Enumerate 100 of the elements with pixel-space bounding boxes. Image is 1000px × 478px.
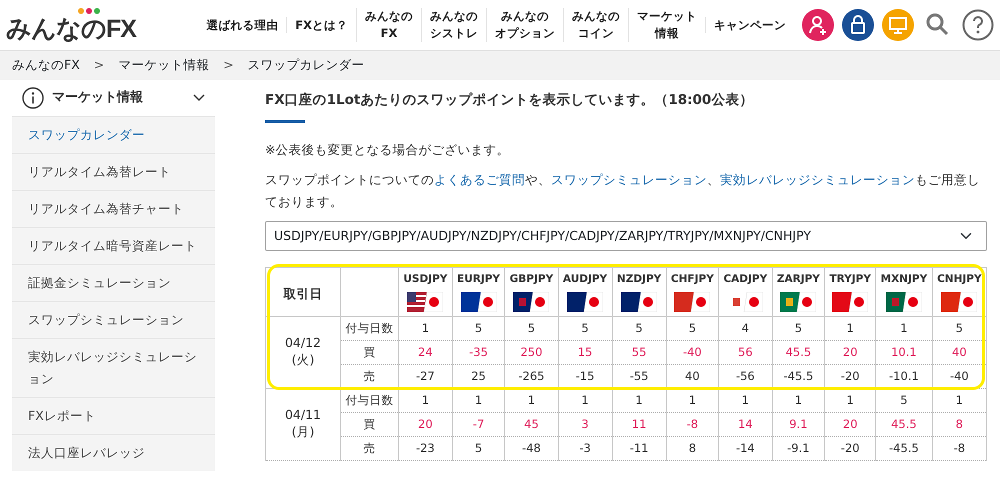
table-cell: -40 (666, 340, 719, 364)
flag-pair-icon (460, 292, 497, 312)
text-link[interactable]: よくあるご質問 (434, 172, 525, 188)
table-cell: 1 (718, 388, 772, 412)
table-cell: 20 (824, 412, 876, 436)
text-link[interactable]: スワップシミュレーション (551, 172, 707, 188)
nav-link[interactable]: みんなの FX (356, 8, 421, 42)
breadcrumb-link[interactable]: マーケット情報 (118, 56, 210, 75)
breadcrumb-link[interactable]: スワップカレンダー (248, 56, 365, 75)
account-add-icon[interactable] (802, 9, 834, 41)
trade-date: 04/11 (月) (284, 407, 322, 441)
flag-pair-icon (832, 292, 868, 312)
flag-pair-icon (513, 292, 550, 312)
table-cell: 250 (504, 340, 558, 364)
breadcrumb-separator: > (94, 56, 104, 74)
table-cell: 1 (666, 388, 719, 412)
flag-pair-icon (621, 292, 658, 312)
table-cell: 4 (718, 316, 772, 340)
table-cell: 15 (558, 340, 612, 364)
table-cell: -11 (612, 436, 666, 460)
table-cell: 20 (824, 340, 876, 364)
text-link[interactable]: 実効レバレッジシミュレーション (720, 172, 915, 188)
column-header: 取引日 (266, 267, 340, 316)
nav-link[interactable]: みんなの コイン (563, 8, 628, 42)
table-cell: 5 (932, 316, 986, 340)
row-label: 付与日数 (340, 388, 398, 412)
lock-icon[interactable] (842, 9, 874, 41)
table-cell: 55 (612, 340, 666, 364)
table-cell: 1 (824, 388, 876, 412)
note-text: ※公表後も変更となる場合がございます。 (265, 141, 510, 160)
flag-pair-icon (407, 292, 444, 312)
row-label: 付与日数 (340, 316, 398, 340)
table-cell: 5 (876, 388, 932, 412)
breadcrumb-link[interactable]: みんなのFX (12, 56, 80, 75)
table-cell: 14 (718, 412, 772, 436)
table-cell: 1 (558, 388, 612, 412)
sidebar-item[interactable]: 法人口座レバレッジ (12, 434, 215, 471)
currency-pair-label: CADJPY (722, 272, 768, 287)
row-label: 買 (340, 340, 398, 364)
sidebar-item[interactable]: リアルタイム為替チャート (12, 190, 215, 227)
sidebar-item[interactable]: 実効レバレッジシミュレーション (12, 338, 215, 397)
table-cell: 11 (612, 412, 666, 436)
nav-link[interactable]: 選ばれる理由 (198, 16, 286, 34)
currency-pair-label: AUDJPY (562, 272, 608, 287)
table-cell: 1 (824, 316, 876, 340)
row-label: 買 (340, 412, 398, 436)
table-cell: 5 (504, 316, 558, 340)
table-cell: 5 (612, 316, 666, 340)
table-cell: -8 (666, 412, 719, 436)
currency-pair-label: USDJPY (402, 272, 448, 287)
page-heading: FX口座の1Lotあたりのスワップポイントを表示しています。（18:00公表） (265, 91, 754, 110)
nav-link[interactable]: キャンペーン (705, 16, 794, 34)
sidebar-item[interactable]: スワップシミュレーション (12, 301, 215, 338)
table-cell: -23 (398, 436, 452, 460)
nav-link[interactable]: みんなの シストレ (421, 8, 486, 42)
table-cell: 3 (558, 412, 612, 436)
sidebar-item[interactable]: リアルタイム為替レート (12, 153, 215, 190)
table-cell: -14 (718, 436, 772, 460)
sidebar-item[interactable]: スワップカレンダー (12, 116, 215, 153)
table-cell: 9.1 (772, 412, 825, 436)
currency-pair-label: CHFJPY (670, 272, 715, 287)
table-cell: -7 (452, 412, 505, 436)
currency-pair-label: TRYJPY (828, 272, 872, 287)
logo[interactable]: みんなのFX (6, 6, 136, 44)
sidebar-item[interactable]: 証拠金シミュレーション (12, 264, 215, 301)
table-cell: 10.1 (876, 340, 932, 364)
currency-pair-label: GBPJPY (508, 272, 554, 287)
table-cell: 8 (666, 436, 719, 460)
table-cell: -48 (504, 436, 558, 460)
nav-link[interactable]: マーケット 情報 (628, 8, 705, 42)
info-icon (22, 87, 44, 109)
currency-pair-label: ZARJPY (776, 272, 821, 287)
nav-link[interactable]: みんなの オプション (486, 8, 563, 42)
table-cell: 5 (452, 436, 505, 460)
table-cell: 24 (398, 340, 452, 364)
table-cell: -20 (824, 436, 876, 460)
table-cell: 1 (772, 388, 825, 412)
table-cell: -8 (932, 436, 986, 460)
currency-pair-label: MXNJPY (880, 272, 928, 287)
table-cell: 1 (612, 388, 666, 412)
table-cell: -3 (558, 436, 612, 460)
row-label: 売 (340, 436, 398, 460)
heading-underline (265, 120, 305, 124)
sidebar-item[interactable]: FXレポート (12, 397, 215, 434)
table-cell: 20 (398, 412, 452, 436)
intro-paragraph: スワップポイントについてのよくあるご質問や、スワップシミュレーション、実効レバレッジシミュレーション もご用意しております。 (265, 171, 981, 211)
help-icon[interactable] (962, 9, 994, 41)
sidebar-item[interactable]: リアルタイム暗号資産レート (12, 227, 215, 264)
table-cell: 5 (452, 316, 505, 340)
table-cell: 1 (452, 388, 505, 412)
table-cell: 56 (718, 340, 772, 364)
table-cell: 45 (504, 412, 558, 436)
flag-pair-icon (886, 292, 922, 312)
currency-pair-label: CNHJPY (936, 272, 983, 287)
table-cell: 1 (932, 388, 986, 412)
nav-link[interactable]: FXとは？ (286, 16, 356, 34)
pair-select[interactable]: USDJPY/EURJPY/GBPJPY/AUDJPY/NZDJPY/CHFJPY/CADJPY/ZARJPY/TRYJPY/MXNJPY/CNHJPY (265, 220, 987, 251)
trade-date: 04/12 (火) (284, 335, 322, 369)
flag-pair-icon (780, 292, 816, 312)
table-cell: 5 (666, 316, 719, 340)
